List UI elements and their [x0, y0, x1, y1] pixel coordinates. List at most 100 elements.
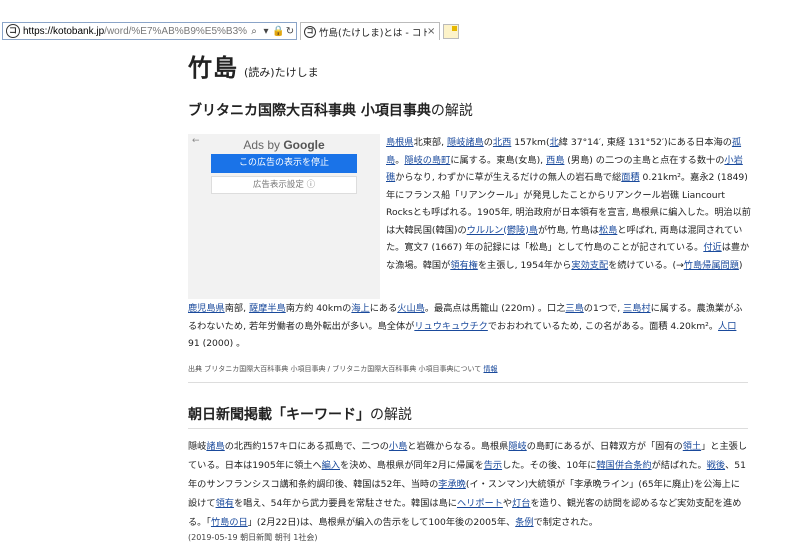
- entry-title: 竹島 (読み)たけしま: [188, 48, 319, 83]
- inline-link[interactable]: 竹島の日: [211, 517, 248, 528]
- refresh-icon[interactable]: ↻: [284, 26, 296, 37]
- inline-link[interactable]: 領有権: [450, 260, 478, 271]
- asahi-heading: 朝日新聞掲載「キーワード」の解説: [188, 404, 412, 424]
- source-info-link[interactable]: 情報: [484, 365, 498, 373]
- paragraph-text: 北東部,: [413, 137, 447, 148]
- section-divider: [188, 382, 748, 383]
- paragraph-text: の1つで,: [583, 303, 624, 314]
- inline-link[interactable]: リュウキュウチク: [414, 321, 488, 332]
- browser-tab[interactable]: コ 竹島(たけしま)とは - コトバンク ×: [300, 22, 440, 40]
- tab-close-icon[interactable]: ×: [427, 26, 439, 37]
- inline-link[interactable]: 戦後: [707, 460, 725, 471]
- ad-settings-button[interactable]: 広告表示設定 ⓘ: [211, 176, 357, 194]
- paragraph-text: を主張し, 1954年から: [477, 259, 572, 271]
- entry-word: 竹島: [188, 54, 238, 82]
- inline-link[interactable]: 面積: [621, 172, 639, 183]
- paragraph-text: を続けている。(→: [608, 259, 684, 271]
- paragraph-text: 緯 37°14′, 東経 131°52′)にある日本海の: [558, 137, 732, 148]
- inline-link[interactable]: ウルルン(鬱陵)島: [467, 225, 538, 236]
- inline-link[interactable]: 小島: [389, 441, 407, 452]
- britannica-heading-title: ブリタニカ国際大百科事典 小項目事典: [188, 103, 431, 119]
- paragraph-text: 91 (2000) 。: [188, 338, 246, 349]
- search-icon[interactable]: ⌕: [248, 26, 260, 37]
- britannica-paragraph-1: 島根県北東部, 隠岐諸島の北西 157km(北緯 37°14′, 東経 131°…: [386, 134, 751, 274]
- entry-reading: (読み)たけしま: [244, 66, 319, 79]
- inline-link[interactable]: 西島: [546, 155, 564, 166]
- inline-link[interactable]: 三島: [565, 303, 583, 314]
- tab-favicon-icon: コ: [304, 25, 316, 38]
- paragraph-text: した。その後、10年に: [502, 460, 597, 471]
- britannica-paragraph-2: 鹿児島県南部, 薩摩半島南方約 40kmの海上にある火山島。最高点は馬籠山 (2…: [188, 300, 748, 353]
- source-text: 出典 ブリタニカ国際大百科事典 小項目事典 / ブリタニカ国際大百科事典 小項目…: [188, 365, 482, 373]
- url-path: /word/%E7%AB%B9%E5%B3%: [104, 25, 248, 37]
- paragraph-text: 。最高点は馬籠山 (220m) 。口之: [424, 303, 566, 314]
- paragraph-text: と岩礁からなる。島根県: [407, 441, 509, 452]
- paragraph-text: の島町にあるが、日韓双方が「固有の: [526, 441, 683, 452]
- inline-link[interactable]: 告示: [484, 460, 502, 471]
- dropdown-icon[interactable]: ▾: [260, 26, 272, 37]
- asahi-paragraph: 隠岐諸島の北西約157キロにある孤島で、二つの小島と岩礁からなる。島根県隠岐の島…: [188, 437, 748, 532]
- paragraph-text: (男島) の二つの主島と点在する数十の: [564, 154, 725, 166]
- paragraph-text: の北西約157キロにある孤島で、二つの: [224, 441, 389, 452]
- inline-link[interactable]: 三島村: [623, 303, 651, 314]
- inline-link[interactable]: 李承晩: [438, 479, 466, 490]
- asahi-heading-title: 朝日新聞掲載「キーワード」: [188, 407, 370, 423]
- browser-chrome: コ https://kotobank.jp/word/%E7%AB%B9%E5%…: [0, 0, 800, 42]
- britannica-heading-suffix: の解説: [430, 103, 473, 119]
- inline-link[interactable]: 諸島: [206, 441, 224, 452]
- inline-link[interactable]: 付近: [703, 242, 721, 253]
- inline-link[interactable]: ヘリポート: [457, 498, 503, 509]
- paragraph-text: 157km(: [511, 137, 550, 148]
- inline-link[interactable]: 隠岐: [508, 441, 526, 452]
- paragraph-text: 。: [395, 154, 405, 166]
- paragraph-text: が結ばれた。: [651, 460, 707, 471]
- britannica-heading: ブリタニカ国際大百科事典 小項目事典の解説: [188, 100, 473, 120]
- paragraph-text: でおおわれているため, この名がある。面積 4.20km²。: [487, 320, 719, 332]
- address-bar[interactable]: コ https://kotobank.jp/word/%E7%AB%B9%E5%…: [2, 22, 297, 40]
- inline-link[interactable]: 隠岐の島町: [404, 155, 450, 166]
- inline-link[interactable]: 海上: [351, 303, 369, 314]
- inline-link[interactable]: 灯台: [512, 498, 530, 509]
- inline-link[interactable]: 松島: [599, 225, 617, 236]
- inline-link[interactable]: 島根県: [386, 137, 414, 148]
- inline-link[interactable]: 火山島: [397, 303, 425, 314]
- ads-by-google: Ads by Google: [188, 138, 380, 152]
- ads-by-label: Ads by: [243, 138, 284, 152]
- paragraph-text: に属する。東島(女島),: [450, 154, 547, 166]
- paragraph-text: を唱え、54年から武力要員を常駐させた。韓国は島に: [233, 498, 457, 509]
- paragraph-text: や: [502, 498, 513, 509]
- inline-link[interactable]: 隠岐諸島: [447, 137, 484, 148]
- stop-ad-button[interactable]: この広告の表示を停止: [211, 154, 357, 173]
- inline-link[interactable]: 条例: [515, 517, 533, 528]
- article-date: (2019-05-19 朝日新聞 朝刊 1社会): [188, 533, 318, 542]
- paragraph-text: で制定された。: [533, 517, 598, 528]
- lock-icon[interactable]: 🔒: [272, 26, 284, 37]
- inline-link[interactable]: 鹿児島県: [188, 303, 225, 314]
- paragraph-text: からなり, わずかに草が生えるだけの無人の岩石島で総: [395, 172, 622, 183]
- paragraph-text: 南部,: [224, 303, 249, 314]
- tab-title: 竹島(たけしま)とは - コトバンク: [319, 27, 427, 39]
- paragraph-text: ): [738, 259, 743, 271]
- inline-link[interactable]: 領土: [683, 441, 701, 452]
- paragraph-text: 南方約 40kmの: [285, 303, 352, 314]
- inline-link[interactable]: 実効支配: [571, 260, 608, 271]
- paragraph-text: が竹島, 竹島は: [537, 224, 599, 236]
- asahi-heading-suffix: の解説: [370, 407, 412, 423]
- new-tab-button[interactable]: [443, 24, 459, 39]
- google-label: Google: [283, 138, 325, 152]
- address-url[interactable]: https://kotobank.jp/word/%E7%AB%B9%E5%B3…: [23, 26, 248, 37]
- inline-link[interactable]: 韓国併合条約: [596, 460, 651, 471]
- inline-link[interactable]: 人口: [718, 321, 736, 332]
- inline-link[interactable]: 竹島帰属問題: [684, 260, 739, 271]
- section-divider-2: [188, 428, 748, 429]
- paragraph-text: 」(2月22日)は、島根県が編入の告示をして100年後の2005年、: [247, 517, 516, 528]
- inline-link[interactable]: 領有: [216, 498, 234, 509]
- inline-link[interactable]: 薩摩半島: [249, 303, 286, 314]
- inline-link[interactable]: 北: [550, 137, 559, 148]
- site-favicon-icon: コ: [6, 24, 20, 38]
- paragraph-text: の: [483, 137, 493, 148]
- source-line: 出典 ブリタニカ国際大百科事典 小項目事典 / ブリタニカ国際大百科事典 小項目…: [188, 364, 498, 374]
- inline-link[interactable]: 北西: [493, 137, 511, 148]
- inline-link[interactable]: 編入: [322, 460, 340, 471]
- paragraph-text: にある: [369, 303, 398, 314]
